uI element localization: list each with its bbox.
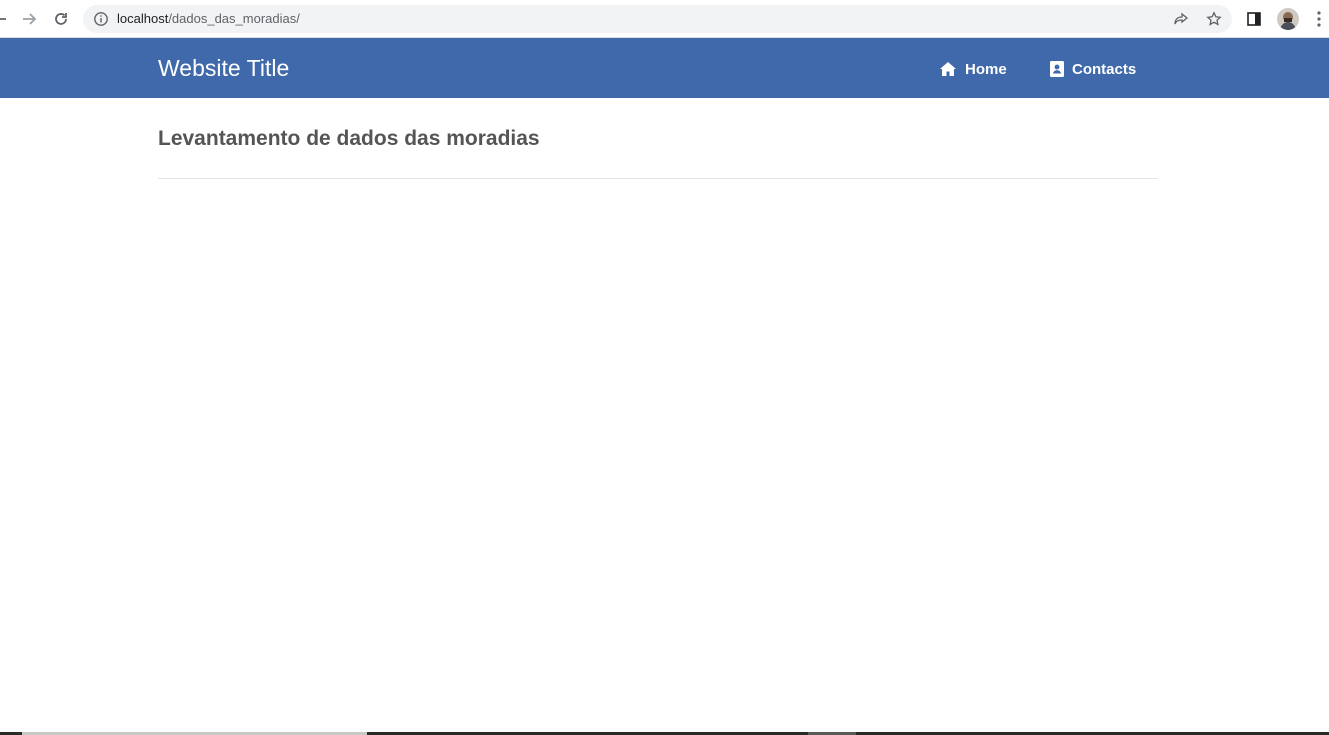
- url-text[interactable]: localhost/dados_das_moradias/: [117, 11, 300, 27]
- contact-card-icon: [1050, 61, 1064, 77]
- star-icon[interactable]: [1206, 11, 1222, 27]
- reload-icon[interactable]: [49, 7, 73, 31]
- browser-toolbar: localhost/dados_das_moradias/: [0, 0, 1329, 38]
- home-icon: [940, 62, 956, 76]
- side-panel-icon[interactable]: [1246, 11, 1262, 27]
- nav-link-contacts[interactable]: Contacts: [1050, 58, 1136, 80]
- nav-link-home[interactable]: Home: [939, 58, 1007, 80]
- site-navbar: Website Title Home Contacts: [0, 38, 1329, 98]
- back-arrow-icon[interactable]: [0, 7, 12, 31]
- divider: [158, 178, 1158, 179]
- nav-link-contacts-label: Contacts: [1072, 60, 1137, 78]
- url-path: /dados_das_moradias/: [168, 11, 300, 26]
- forward-arrow-icon[interactable]: [17, 7, 41, 31]
- nav-link-home-label: Home: [965, 60, 1007, 78]
- more-menu-icon[interactable]: [1313, 10, 1325, 28]
- info-icon[interactable]: [93, 11, 109, 27]
- avatar[interactable]: [1277, 8, 1299, 30]
- site-title[interactable]: Website Title: [158, 54, 289, 82]
- url-host: localhost: [117, 11, 169, 26]
- share-icon[interactable]: [1173, 11, 1189, 27]
- page-title: Levantamento de dados das moradias: [158, 127, 540, 150]
- address-bar[interactable]: localhost/dados_das_moradias/: [83, 5, 1232, 33]
